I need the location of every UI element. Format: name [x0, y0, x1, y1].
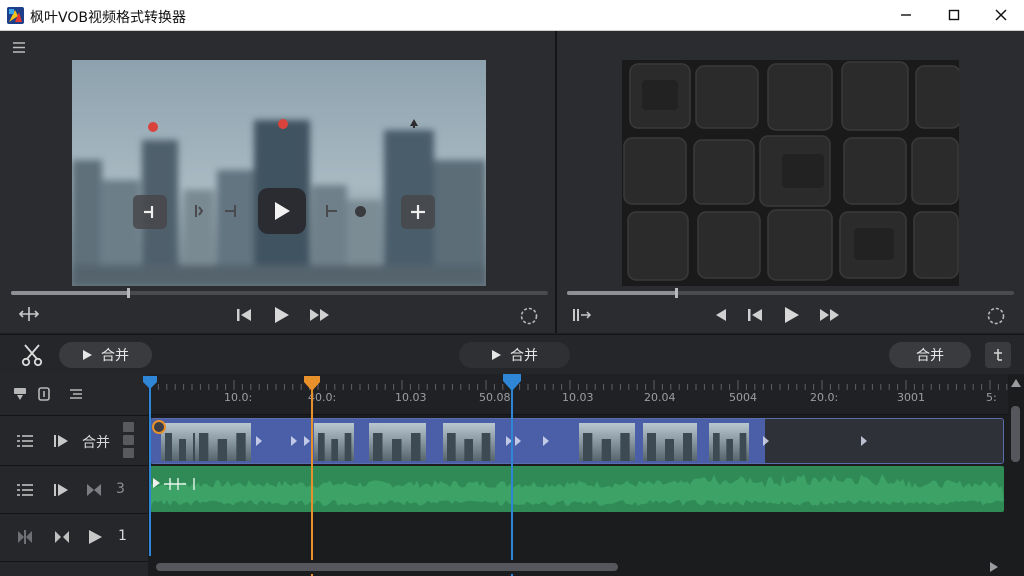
fast-forward-button[interactable]: [817, 305, 843, 325]
current-playhead-handle[interactable]: [304, 376, 320, 392]
menu-icon[interactable]: [12, 39, 26, 58]
track-play-icon[interactable]: [86, 528, 104, 546]
fast-forward-button[interactable]: [307, 305, 333, 325]
close-button[interactable]: [986, 4, 1016, 26]
list-icon[interactable]: [15, 481, 35, 499]
audio-track[interactable]: [150, 466, 1004, 512]
extra-track-header: 1: [0, 514, 148, 562]
marker-down-icon[interactable]: [11, 385, 29, 403]
title-bar: 枫叶VOB视频格式转换器: [0, 0, 1024, 31]
scroll-up-icon[interactable]: [1011, 378, 1021, 388]
merge-right-label: 合并: [916, 348, 944, 364]
marker-dot: [355, 206, 366, 217]
video-track-header: 合并: [0, 416, 148, 466]
window-title: 枫叶VOB视频格式转换器: [30, 10, 186, 26]
split-track-icon[interactable]: [15, 528, 35, 546]
ruler-label: 10.0:: [224, 391, 253, 404]
clip-marker-icon: [152, 420, 166, 434]
timeline-ruler[interactable]: 10.0: 40.0: 10.03 50.08 10.03 20.04 5004…: [148, 374, 1012, 415]
ruler-label: 5004: [729, 391, 757, 404]
ruler-label: 20.0:: [810, 391, 839, 404]
pause-step-icon[interactable]: [571, 305, 593, 325]
video-track[interactable]: [150, 418, 1004, 464]
end-playhead-handle[interactable]: [503, 374, 521, 392]
output-preview-panel: [557, 31, 1024, 333]
settings-loop-icon[interactable]: [985, 305, 1007, 327]
track-play-icon[interactable]: [52, 432, 70, 450]
step-forward-icon[interactable]: [322, 203, 340, 219]
snap-icon[interactable]: [35, 385, 53, 403]
text-icon: [994, 349, 1002, 361]
vertical-scrollbar[interactable]: [1008, 374, 1024, 560]
rewind-icon[interactable]: [52, 528, 72, 546]
audio-track-header: 3: [0, 466, 148, 514]
add-marker-button[interactable]: [401, 195, 435, 229]
app-logo-icon: [7, 7, 24, 24]
minimize-icon: [900, 6, 912, 25]
red-marker-dot: [148, 122, 158, 132]
start-playhead-handle[interactable]: [143, 376, 157, 390]
step-back-icon[interactable]: [222, 203, 240, 219]
merge-left-button[interactable]: 合并: [59, 342, 152, 368]
video-track-label: 合并: [82, 435, 110, 451]
play-icon: [83, 350, 92, 360]
timeline-panel: 合并 3 1 10.0: 40.0: 10.03 50.08 10.03 20.…: [0, 374, 1024, 576]
ruler-label: 5:: [986, 391, 997, 404]
prev-mark-icon[interactable]: [193, 203, 211, 219]
mark-in-button[interactable]: [133, 195, 167, 229]
source-video-frame[interactable]: [72, 60, 486, 286]
output-progress-handle[interactable]: [675, 288, 678, 298]
prev-frame-button[interactable]: [710, 305, 730, 325]
source-play-button[interactable]: [270, 304, 292, 326]
output-progress-bar[interactable]: [567, 288, 1014, 298]
split-icon[interactable]: [18, 305, 40, 323]
ruler-label: 10.03: [562, 391, 594, 404]
output-video-frame[interactable]: [622, 60, 959, 286]
ruler-label: 20.04: [644, 391, 676, 404]
action-bar: 合并 合并 合并: [0, 334, 1024, 374]
skip-back-button[interactable]: [744, 305, 766, 325]
merge-center-button[interactable]: 合并: [459, 342, 570, 368]
skip-back-button[interactable]: [233, 305, 255, 325]
play-overlay-button[interactable]: [258, 188, 306, 234]
maximize-button[interactable]: [939, 4, 969, 26]
minimize-button[interactable]: [891, 4, 921, 26]
red-marker-dot: [278, 119, 288, 129]
horizontal-scroll-thumb[interactable]: [156, 563, 618, 571]
track-lock-toggle[interactable]: [123, 420, 134, 460]
list-icon[interactable]: [15, 432, 35, 450]
source-preview-panel: [0, 31, 555, 333]
ruler-label: 50.08: [479, 391, 511, 404]
end-playhead[interactable]: [511, 382, 513, 576]
scissors-icon[interactable]: [18, 342, 46, 368]
start-playhead[interactable]: [149, 382, 151, 556]
close-icon: [995, 6, 1007, 25]
add-track-button[interactable]: [985, 342, 1011, 368]
merge-left-label: 合并: [101, 348, 129, 364]
audio-track-label: 3: [116, 481, 125, 497]
play-icon: [492, 350, 501, 360]
track-play-icon[interactable]: [52, 481, 70, 499]
source-progress-bar[interactable]: [11, 288, 548, 298]
merge-center-label: 合并: [510, 348, 538, 364]
list-settings-icon[interactable]: [67, 385, 85, 403]
maximize-icon: [948, 6, 960, 25]
mute-icon[interactable]: [84, 481, 104, 499]
source-progress-handle[interactable]: [127, 288, 130, 298]
ruler-label: 3001: [897, 391, 925, 404]
empty-track[interactable]: [150, 514, 1004, 560]
output-play-button[interactable]: [780, 304, 802, 326]
track-headers: 合并 3 1: [0, 374, 148, 576]
merge-right-button[interactable]: 合并: [889, 342, 971, 368]
vertical-scroll-thumb[interactable]: [1011, 406, 1020, 462]
loop-icon[interactable]: [518, 305, 540, 327]
timeline-tools-header: [0, 374, 148, 416]
extra-track-label: 1: [118, 528, 127, 544]
bell-icon: [408, 117, 420, 129]
current-playhead[interactable]: [311, 382, 313, 576]
ruler-label: 10.03: [395, 391, 427, 404]
horizontal-scrollbar[interactable]: [150, 560, 1012, 574]
scroll-right-icon[interactable]: [988, 561, 1000, 573]
